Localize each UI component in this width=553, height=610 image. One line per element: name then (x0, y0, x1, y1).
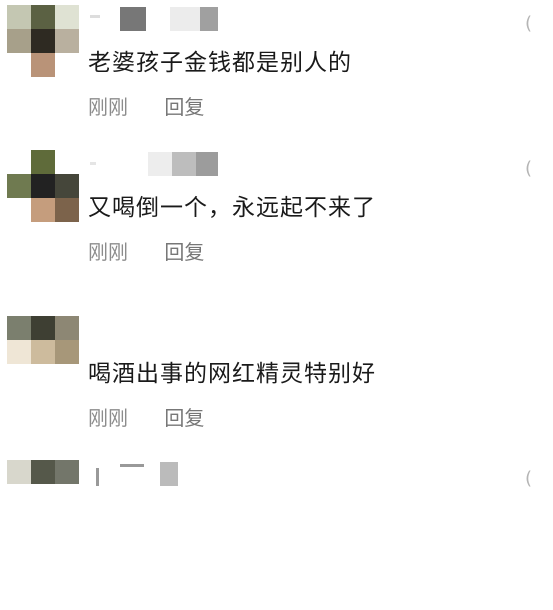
comment-item: 喝酒出事的网红精灵特别好 刚刚 回复 (0, 316, 553, 466)
like-icon[interactable]: ( (525, 13, 532, 34)
comment-item: 又喝倒一个，永远起不来了 刚刚 回复 ( (0, 150, 553, 300)
avatar[interactable] (5, 5, 79, 77)
comment-meta: 刚刚 回复 (88, 91, 204, 120)
comment-text: 又喝倒一个，永远起不来了 (88, 195, 376, 221)
comment-text: 老婆孩子金钱都是别人的 (88, 50, 352, 76)
comment-meta: 刚刚 回复 (88, 402, 204, 431)
avatar[interactable] (5, 316, 79, 388)
reply-button[interactable]: 回复 (164, 95, 204, 119)
reply-button[interactable]: 回复 (164, 240, 204, 264)
comment-text: 喝酒出事的网红精灵特别好 (88, 361, 376, 387)
comment-time: 刚刚 (88, 240, 128, 264)
comment-item: 老婆孩子金钱都是别人的 刚刚 回复 ( (0, 5, 553, 155)
avatar[interactable] (5, 460, 79, 532)
comment-time: 刚刚 (88, 406, 128, 430)
like-icon[interactable]: ( (525, 158, 532, 179)
comment-item: ( (0, 460, 553, 610)
comment-meta: 刚刚 回复 (88, 236, 204, 265)
like-icon[interactable]: ( (525, 468, 532, 489)
reply-button[interactable]: 回复 (164, 406, 204, 430)
avatar[interactable] (5, 150, 79, 222)
comment-time: 刚刚 (88, 95, 128, 119)
